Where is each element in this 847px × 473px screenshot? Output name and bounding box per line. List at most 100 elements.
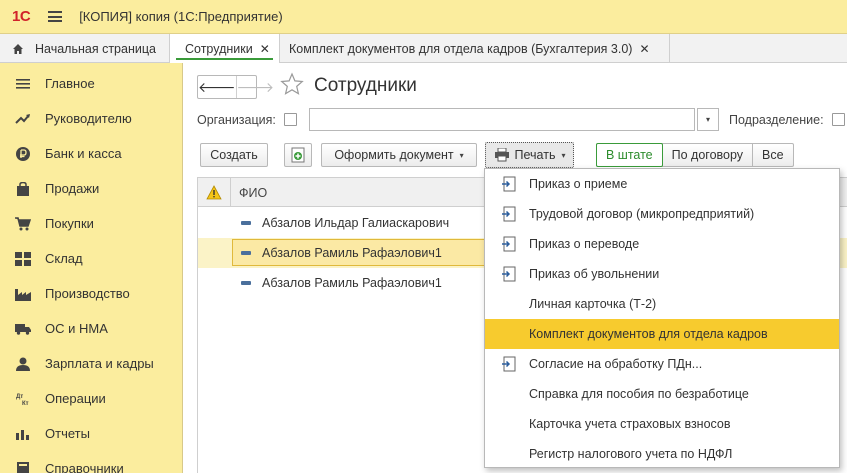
list-icon: [15, 76, 31, 92]
menu-item-label: Приказ о приеме: [529, 177, 628, 191]
print-label: Печать: [514, 148, 556, 162]
sidebar-item-production[interactable]: Производство: [0, 276, 183, 311]
cart-icon: [15, 216, 31, 232]
person-icon: [15, 356, 31, 372]
tab-document-set[interactable]: Комплект документов для отдела кадров (Б…: [280, 34, 670, 63]
copy-button[interactable]: [284, 143, 312, 167]
sidebar-item-reports[interactable]: Отчеты: [0, 416, 183, 451]
menu-item[interactable]: Справка для пособия по безработице: [485, 379, 839, 409]
employment-filter: В штате По договору Все: [596, 143, 794, 167]
organization-label: Организация:: [197, 113, 276, 127]
employee-name: Абзалов Ильдар Галиаскарович: [262, 216, 450, 230]
sidebar: Главное Руководителю Банк и касса Продаж…: [0, 63, 183, 473]
menu-item[interactable]: Приказ о приеме: [485, 169, 839, 199]
column-header-fio[interactable]: ФИО: [239, 186, 267, 200]
menu-item-label: Приказ о переводе: [529, 237, 640, 251]
create-button[interactable]: Создать: [200, 143, 268, 167]
sidebar-item-label: Главное: [45, 76, 95, 91]
tab-label: Сотрудники: [185, 41, 253, 56]
sidebar-item-label: Справочники: [45, 461, 124, 473]
menu-item[interactable]: Согласие на обработку ПДн...: [485, 349, 839, 379]
menu-item[interactable]: Карточка учета страховых взносов: [485, 409, 839, 439]
trend-icon: [15, 111, 31, 127]
sidebar-item-operations[interactable]: Дт Кт Операции: [0, 381, 183, 416]
department-label: Подразделение:: [729, 113, 824, 127]
menu-item-label: Карточка учета страховых взносов: [529, 417, 731, 431]
nav-buttons: 🡐 🡒: [197, 75, 274, 99]
sidebar-item-fixed-assets[interactable]: ОС и НМА: [0, 311, 183, 346]
bag-icon: [15, 181, 31, 197]
back-button[interactable]: 🡐: [198, 76, 237, 98]
sidebar-item-bank[interactable]: Банк и касса: [0, 136, 183, 171]
sidebar-item-warehouse[interactable]: Склад: [0, 241, 183, 276]
close-icon[interactable]: ✕: [260, 42, 270, 56]
sidebar-item-label: Продажи: [45, 181, 100, 196]
chevron-down-icon[interactable]: ▾: [697, 108, 719, 131]
filter-contract[interactable]: По договору: [663, 144, 754, 166]
menu-item[interactable]: Приказ о переводе: [485, 229, 839, 259]
sidebar-item-label: ОС и НМА: [45, 321, 108, 336]
organization-checkbox[interactable]: [284, 113, 297, 126]
document-arrow-icon: [502, 176, 516, 192]
document-arrow-icon: [502, 356, 516, 372]
make-document-button[interactable]: Оформить документ ▾: [321, 143, 477, 167]
menu-item-label: Регистр налогового учета по НДФЛ: [529, 447, 733, 461]
sidebar-item-purchases[interactable]: Покупки: [0, 206, 183, 241]
window-title: [КОПИЯ] копия (1С:Предприятие): [79, 9, 283, 24]
menu-item-label: Справка для пособия по безработице: [529, 387, 749, 401]
print-button[interactable]: Печать ▾: [485, 142, 574, 168]
title-bar: 1С [КОПИЯ] копия (1С:Предприятие): [0, 0, 847, 34]
star-icon[interactable]: [280, 72, 304, 96]
chevron-down-icon: ▾: [459, 150, 464, 160]
page-title: Сотрудники: [314, 75, 417, 96]
forward-button[interactable]: 🡒: [237, 76, 275, 98]
sidebar-item-label: Производство: [45, 286, 130, 301]
filter-in-staff[interactable]: В штате: [596, 143, 663, 167]
sidebar-item-label: Банк и касса: [45, 146, 122, 161]
sidebar-item-label: Склад: [45, 251, 83, 266]
sidebar-item-label: Отчеты: [45, 426, 90, 441]
filter-all[interactable]: Все: [753, 144, 793, 166]
app-logo: 1С: [12, 8, 31, 25]
tab-label: Комплект документов для отдела кадров (Б…: [289, 41, 633, 56]
dt-kt-icon: Дт Кт: [15, 391, 31, 407]
sidebar-item-label: Операции: [45, 391, 106, 406]
barchart-icon: [15, 426, 31, 442]
warehouse-icon: [15, 251, 31, 267]
department-checkbox[interactable]: [832, 113, 845, 126]
menu-item-label: Согласие на обработку ПДн...: [529, 357, 703, 371]
menu-item[interactable]: Трудовой договор (микропредприятий): [485, 199, 839, 229]
warning-icon: [206, 185, 222, 200]
menu-item[interactable]: Личная карточка (Т-2): [485, 289, 839, 319]
copy-plus-icon: [291, 147, 305, 163]
sidebar-item-manager[interactable]: Руководителю: [0, 101, 183, 136]
book-icon: [15, 461, 31, 473]
sidebar-item-salary[interactable]: Зарплата и кадры: [0, 346, 183, 381]
truck-icon: [15, 321, 31, 337]
menu-item[interactable]: Приказ об увольнении: [485, 259, 839, 289]
menu-item-highlighted[interactable]: Комплект документов для отдела кадров: [485, 319, 839, 349]
home-icon: [13, 43, 23, 54]
sidebar-item-label: Зарплата и кадры: [45, 356, 154, 371]
document-arrow-icon: [502, 236, 516, 252]
document-arrow-icon: [502, 266, 516, 282]
employee-icon: [241, 251, 251, 255]
svg-text:Кт: Кт: [22, 401, 29, 406]
sidebar-item-main[interactable]: Главное: [0, 66, 183, 101]
tab-home[interactable]: Начальная страница: [0, 34, 170, 63]
employee-name: Абзалов Рамиль Рафаэлович1: [262, 276, 442, 290]
employee-icon: [241, 281, 251, 285]
sidebar-item-label: Покупки: [45, 216, 94, 231]
close-icon[interactable]: ✕: [639, 42, 649, 56]
menu-item-label: Комплект документов для отдела кадров: [529, 327, 768, 341]
organization-input[interactable]: [309, 108, 695, 131]
column-divider: [230, 178, 231, 207]
menu-item[interactable]: Регистр налогового учета по НДФЛ: [485, 439, 839, 469]
menu-icon[interactable]: [48, 11, 63, 22]
employee-name: Абзалов Рамиль Рафаэлович1: [262, 246, 442, 260]
print-menu: Приказ о приеме Трудовой договор (микроп…: [484, 168, 840, 468]
sidebar-item-catalogs[interactable]: Справочники: [0, 451, 183, 473]
tab-employees[interactable]: Сотрудники ✕: [170, 34, 280, 63]
sidebar-item-sales[interactable]: Продажи: [0, 171, 183, 206]
employee-icon: [241, 221, 251, 225]
